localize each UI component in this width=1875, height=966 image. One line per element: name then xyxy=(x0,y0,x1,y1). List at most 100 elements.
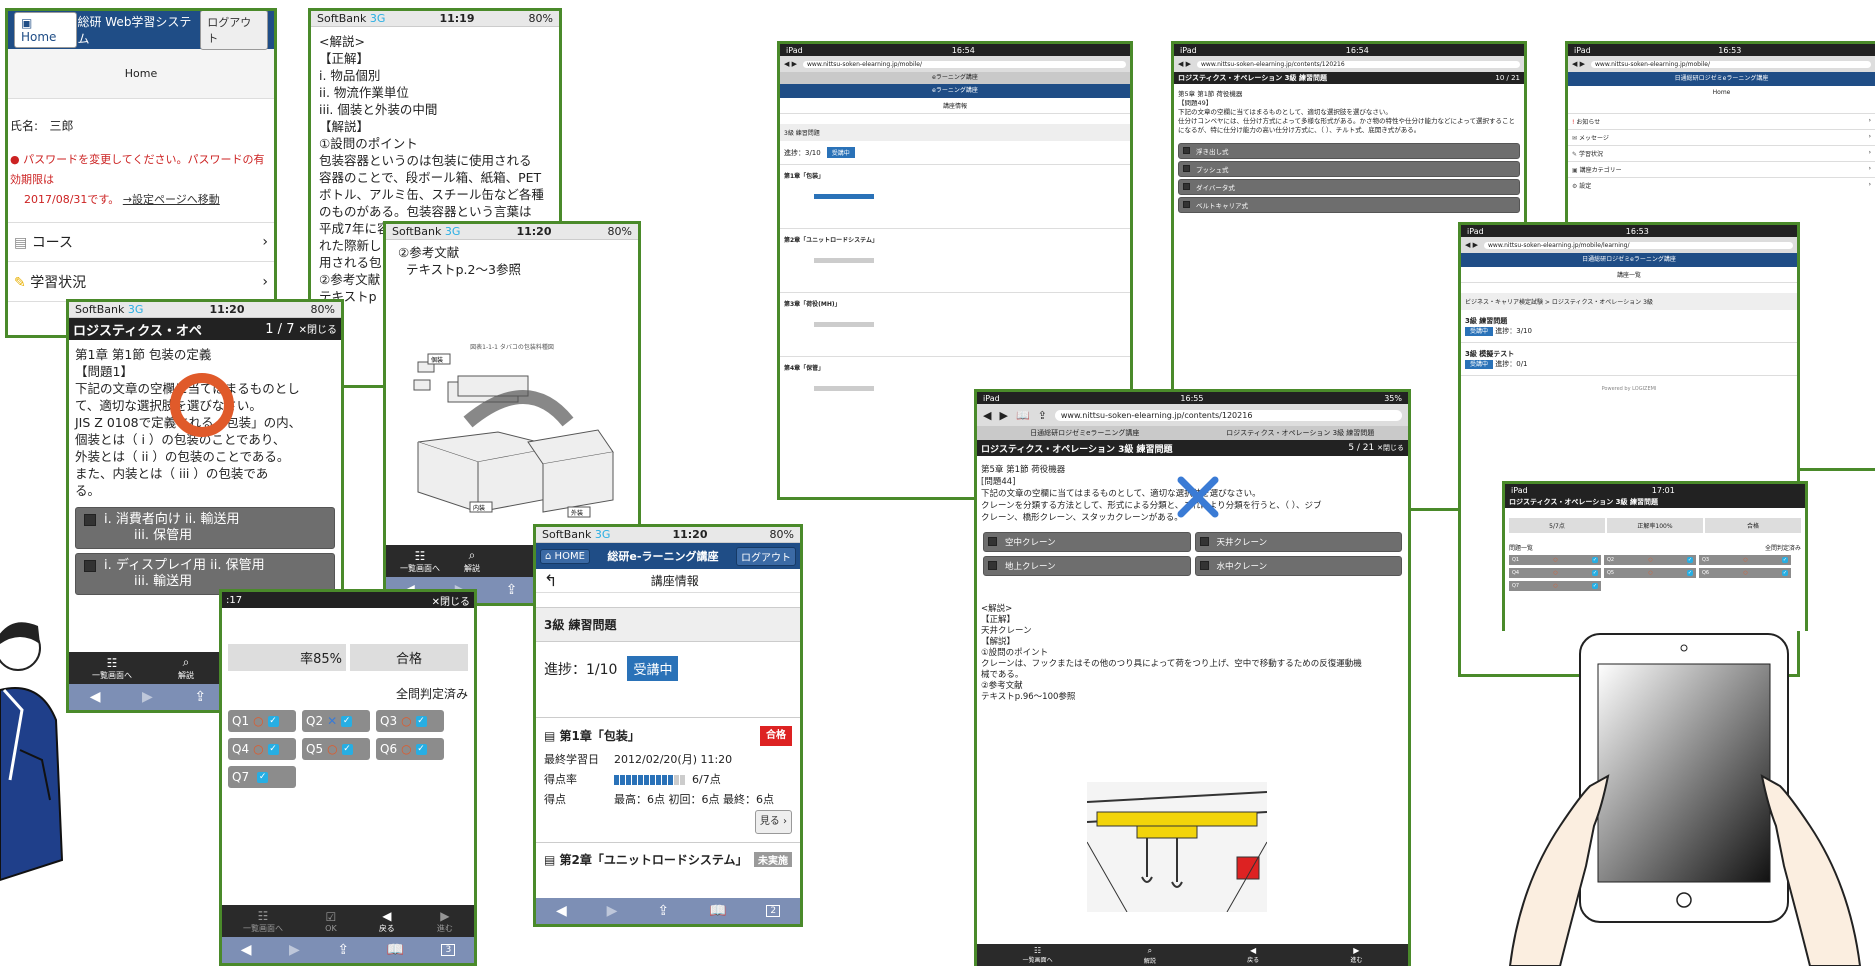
next-button[interactable]: ▶進む xyxy=(1350,946,1362,964)
back-button[interactable]: ◀戻る xyxy=(379,909,395,934)
home-menu-item[interactable]: ✉ メッセージ › xyxy=(1568,129,1875,145)
question-cell[interactable]: Q1 ○ ✓ xyxy=(228,710,296,732)
logout-button[interactable]: ログアウト xyxy=(200,11,269,50)
checkbox[interactable] xyxy=(84,560,96,572)
question-cell[interactable]: Q2 ○ ✓ xyxy=(1604,555,1696,565)
checked-box-icon[interactable]: ✓ xyxy=(341,715,353,727)
tab-2[interactable]: ロジスティクス・オペレーション 3級 練習問題 xyxy=(1193,428,1409,438)
checked-box-icon[interactable]: ✓ xyxy=(415,743,427,755)
checked-box-icon[interactable]: ✓ xyxy=(257,771,269,783)
explain-button[interactable]: ⌕ 解説 xyxy=(464,548,480,574)
answer-option[interactable]: 空中クレーン xyxy=(983,532,1191,552)
answer-option[interactable]: 浮き出し式 xyxy=(1178,143,1520,159)
url-bar[interactable]: www.nittsu-soken-elearning.jp/contents/1… xyxy=(1197,60,1520,68)
undo-icon[interactable]: ↰ xyxy=(544,571,557,590)
home-button[interactable]: ▣ Home xyxy=(14,12,78,48)
forward-arrow-icon[interactable]: ▶ xyxy=(142,689,153,705)
close-button[interactable]: ✕閉じる xyxy=(1377,444,1404,452)
forward-arrow-icon[interactable]: ▶ xyxy=(607,903,618,919)
back-arrow-icon[interactable]: ◀ ▶ xyxy=(1572,60,1585,68)
answer-option[interactable]: ベルトキャリア式 xyxy=(1178,197,1520,213)
question-cell[interactable]: Q6 ○ ✓ xyxy=(1699,568,1791,578)
answer-option[interactable]: 地上クレーン xyxy=(983,556,1191,576)
back-arrow-icon[interactable]: ◀ xyxy=(90,689,101,705)
list-button[interactable]: ☷ 一覧画面へ xyxy=(243,909,283,934)
checkbox[interactable] xyxy=(1183,147,1190,154)
back-arrow-icon[interactable]: ◀ xyxy=(983,409,991,422)
back-arrow-icon[interactable]: ◀ ▶ xyxy=(784,60,797,68)
close-button[interactable]: ✕閉じる xyxy=(432,593,470,608)
checked-box-icon[interactable]: ✓ xyxy=(267,743,279,755)
forward-arrow-icon[interactable]: ▶ xyxy=(999,409,1007,422)
question-cell[interactable]: Q4 ○ ✓ xyxy=(228,738,296,760)
question-cell[interactable]: Q5 ○ ✓ xyxy=(1604,568,1696,578)
answer-option[interactable]: プッシュ式 xyxy=(1178,161,1520,177)
checked-box-icon[interactable]: ✓ xyxy=(1782,570,1788,576)
question-cell[interactable]: Q1 ○ ✓ xyxy=(1509,555,1601,565)
checked-box-icon[interactable]: ✓ xyxy=(1592,570,1598,576)
question-cell[interactable]: Q4 ○ ✓ xyxy=(1509,568,1601,578)
checked-box-icon[interactable]: ✓ xyxy=(1687,570,1693,576)
share-icon[interactable]: ⇪ xyxy=(194,689,206,705)
question-cell[interactable]: Q7 ○ ✓ xyxy=(1509,581,1601,591)
checkbox[interactable] xyxy=(988,537,997,546)
share-icon[interactable]: ⇪ xyxy=(506,582,518,598)
share-icon[interactable]: ⇪ xyxy=(337,942,349,958)
ok-button[interactable]: ☑ OK xyxy=(325,910,337,933)
share-icon[interactable]: ⇪ xyxy=(657,903,669,919)
checkbox[interactable] xyxy=(1183,183,1190,190)
settings-link[interactable]: →設定ページへ移動 xyxy=(123,193,220,206)
explain-button[interactable]: ⌕ 解説 xyxy=(178,655,194,681)
checked-box-icon[interactable]: ✓ xyxy=(1687,557,1693,563)
checked-box-icon[interactable]: ✓ xyxy=(1782,557,1788,563)
checked-box-icon[interactable]: ✓ xyxy=(267,715,279,727)
answer-option[interactable]: 水中クレーン xyxy=(1194,556,1402,576)
answer-option[interactable]: ダイバータ式 xyxy=(1178,179,1520,195)
bookmarks-icon[interactable]: 📖 xyxy=(387,942,404,958)
back-arrow-icon[interactable]: ◀ ▶ xyxy=(1465,241,1478,249)
list-button[interactable]: ☷ 一覧画面へ xyxy=(400,549,440,574)
url-bar[interactable]: www.nittsu-soken-elearning.jp/mobile/ xyxy=(1591,60,1871,68)
home-menu-item[interactable]: ▣ 講座カテゴリー › xyxy=(1568,161,1875,177)
explain-button[interactable]: ⌕ 解説 xyxy=(1144,946,1156,965)
checked-box-icon[interactable]: ✓ xyxy=(1592,557,1598,563)
home-menu-item[interactable]: ⚙ 設定 › xyxy=(1568,177,1875,193)
tabs-icon[interactable]: 2 xyxy=(766,905,781,917)
bookmarks-icon[interactable]: 📖 xyxy=(1016,409,1030,422)
question-cell[interactable]: Q3 ○ ✓ xyxy=(376,710,444,732)
forward-arrow-icon[interactable]: ▶ xyxy=(289,942,300,958)
question-cell[interactable]: Q7 ✓ xyxy=(228,766,296,788)
answer-option-1[interactable]: i. 消費者向け ii. 輸送用 iii. 保管用 xyxy=(75,507,335,549)
checked-box-icon[interactable]: ✓ xyxy=(341,743,353,755)
tab-1[interactable]: 日通総研ロジゼミeラーニング講座 xyxy=(977,428,1193,438)
question-cell[interactable]: Q5 ○ ✓ xyxy=(302,738,370,760)
checkbox[interactable] xyxy=(988,561,997,570)
checked-box-icon[interactable]: ✓ xyxy=(1592,583,1598,589)
checked-box-icon[interactable]: ✓ xyxy=(415,715,427,727)
back-button[interactable]: ◀戻る xyxy=(1247,946,1259,964)
checkbox[interactable] xyxy=(1183,165,1190,172)
checkbox[interactable] xyxy=(84,514,96,526)
checkbox[interactable] xyxy=(1183,201,1190,208)
checkbox[interactable] xyxy=(1199,537,1209,546)
back-arrow-icon[interactable]: ◀ xyxy=(556,903,567,919)
back-arrow-icon[interactable]: ◀ xyxy=(241,942,252,958)
share-icon[interactable]: ⇪ xyxy=(1038,409,1047,422)
menu-course[interactable]: ▤ コース › xyxy=(8,222,274,262)
url-bar[interactable]: www.nittsu-soken-elearning.jp/mobile/ xyxy=(803,60,1126,68)
url-bar[interactable]: www.nittsu-soken-elearning.jp/contents/1… xyxy=(1054,409,1402,421)
tabs-icon[interactable]: 3 xyxy=(441,944,456,956)
bookmarks-icon[interactable]: 📖 xyxy=(709,903,726,919)
menu-status[interactable]: ✎ 学習状況 › xyxy=(8,262,274,302)
list-button[interactable]: ☷ 一覧画面へ xyxy=(92,656,132,681)
back-arrow-icon[interactable]: ◀ ▶ xyxy=(1178,60,1191,68)
course-item-2[interactable]: 3級 模擬テスト 受講中 進捗：0/1 xyxy=(1461,343,1797,376)
question-cell[interactable]: Q2 ✕ ✓ xyxy=(302,710,370,732)
home-menu-item[interactable]: ✎ 学習状況 › xyxy=(1568,145,1875,161)
home-menu-item[interactable]: ! お知らせ › xyxy=(1568,113,1875,129)
checkbox[interactable] xyxy=(1199,561,1209,570)
list-button[interactable]: ☷ 一覧画面へ xyxy=(1023,946,1053,964)
url-bar[interactable]: www.nittsu-soken-elearning.jp/mobile/lea… xyxy=(1484,241,1793,249)
view-button[interactable]: 見る › xyxy=(754,810,792,834)
course-item-1[interactable]: 3級 練習問題 受講中 進捗：3/10 xyxy=(1461,310,1797,343)
